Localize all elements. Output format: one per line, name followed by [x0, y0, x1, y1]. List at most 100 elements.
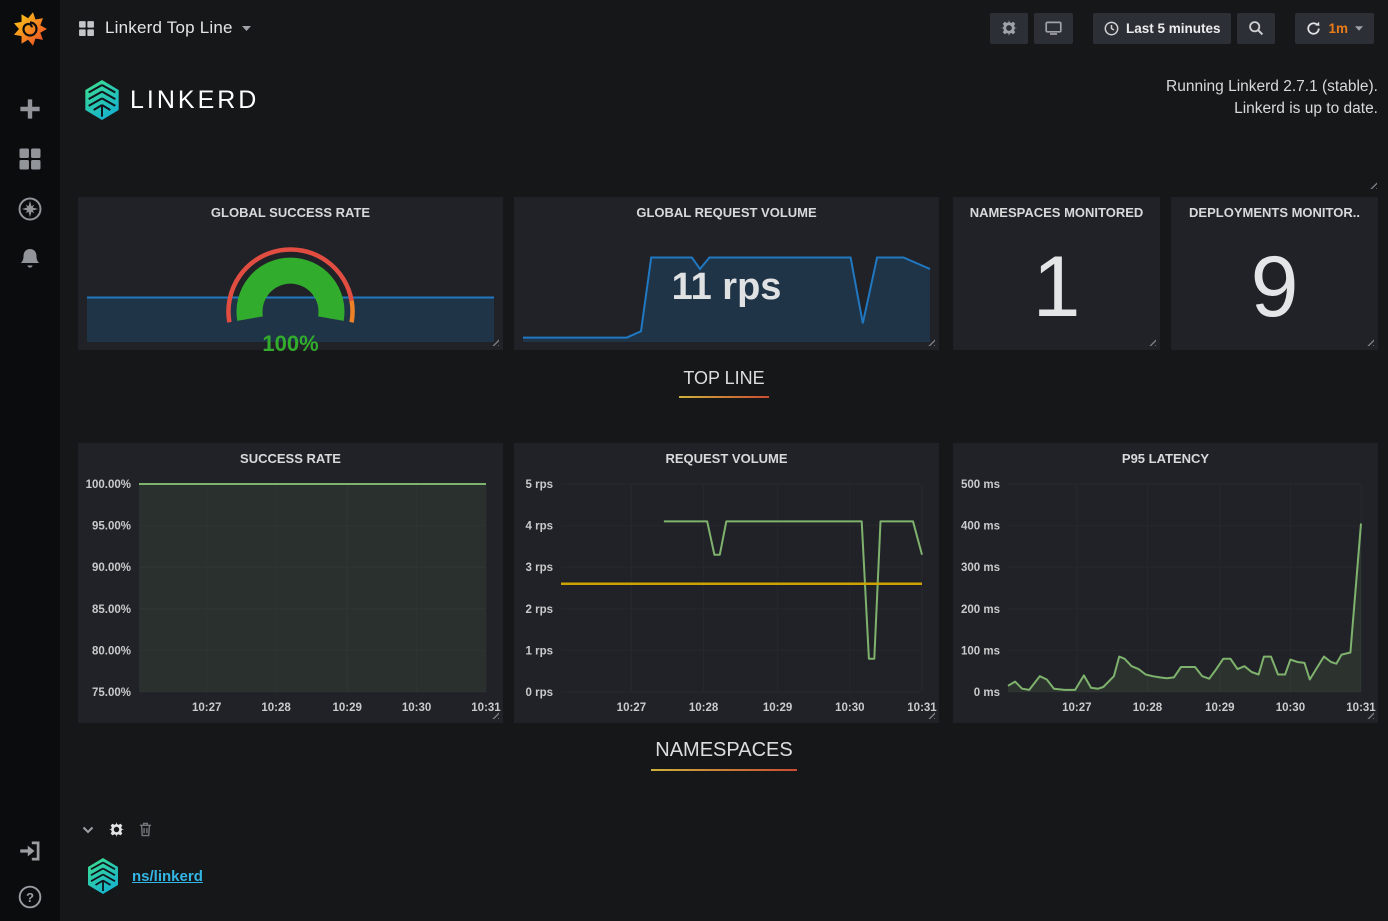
sign-in-icon: [18, 839, 42, 863]
zoom-out-button[interactable]: [1237, 13, 1275, 44]
success-rate-chart-panel: SUCCESS RATE 10:2710:2810:2910:3010:3110…: [78, 443, 503, 723]
deployments-monitored-panel: DEPLOYMENTS MONITOR.. 9: [1171, 197, 1378, 350]
status-line-2: Linkerd is up to date.: [1166, 98, 1378, 120]
svg-text:85.00%: 85.00%: [92, 604, 131, 616]
sidebar-item-help[interactable]: ?: [18, 885, 42, 909]
sidebar-item-dashboards[interactable]: [18, 147, 42, 171]
svg-text:200 ms: 200 ms: [961, 604, 1000, 616]
linkerd-logo-icon: [85, 856, 121, 896]
row-settings-button[interactable]: [109, 822, 124, 837]
svg-text:3 rps: 3 rps: [526, 562, 554, 574]
svg-text:100 ms: 100 ms: [961, 645, 1000, 657]
stat-value: 11 rps: [515, 226, 938, 349]
clock-icon: [1104, 21, 1119, 36]
sidebar-item-create[interactable]: [18, 97, 42, 121]
svg-text:400 ms: 400 ms: [961, 521, 1000, 533]
svg-text:0 ms: 0 ms: [974, 687, 1000, 699]
row-header-top-line: TOP LINE: [60, 368, 1388, 398]
svg-text:?: ?: [26, 890, 34, 905]
svg-text:10:30: 10:30: [835, 702, 864, 714]
time-range-button[interactable]: Last 5 minutes: [1093, 13, 1232, 44]
svg-text:95.00%: 95.00%: [92, 521, 131, 533]
top-navbar: Linkerd Top Line: [60, 0, 1388, 56]
sidebar-bottom-menu: ?: [18, 839, 42, 909]
panel-resize-handle[interactable]: [1368, 180, 1377, 189]
grafana-flame-icon: [11, 10, 49, 48]
row-delete-button[interactable]: [139, 822, 152, 837]
svg-text:4 rps: 4 rps: [526, 521, 554, 533]
panel-title[interactable]: SUCCESS RATE: [79, 444, 502, 472]
dashboards-grid-icon: [18, 147, 42, 171]
linkerd-status-text: Running Linkerd 2.7.1 (stable). Linkerd …: [1166, 76, 1378, 120]
linkerd-brand: LINKERD: [82, 78, 259, 122]
svg-text:10:30: 10:30: [1276, 702, 1305, 714]
dashboard-grid-icon: [78, 20, 95, 37]
svg-text:10:29: 10:29: [1205, 702, 1234, 714]
row-title[interactable]: TOP LINE: [679, 368, 768, 398]
gear-icon: [1001, 20, 1017, 36]
linkerd-logo-icon: [82, 78, 122, 122]
trash-icon: [139, 822, 152, 837]
magnifier-icon: [1248, 20, 1264, 36]
sidebar-item-signin[interactable]: [18, 839, 42, 863]
dashboard-title-button[interactable]: Linkerd Top Line: [105, 18, 251, 38]
linkerd-logo-text: LINKERD: [130, 86, 259, 115]
row-collapse-button[interactable]: [82, 826, 94, 834]
global-success-rate-panel: GLOBAL SUCCESS RATE 100%: [78, 197, 503, 350]
svg-text:10:27: 10:27: [1062, 702, 1091, 714]
row-title[interactable]: NAMESPACES: [651, 739, 796, 771]
help-icon: ?: [18, 885, 42, 909]
main-area: Linkerd Top Line: [60, 0, 1388, 921]
panel-title[interactable]: DEPLOYMENTS MONITOR..: [1172, 198, 1377, 226]
status-line-1: Running Linkerd 2.7.1 (stable).: [1166, 76, 1378, 98]
panel-title[interactable]: NAMESPACES MONITORED: [954, 198, 1159, 226]
svg-text:0 rps: 0 rps: [526, 687, 554, 699]
svg-text:2 rps: 2 rps: [526, 604, 554, 616]
svg-text:10:28: 10:28: [689, 702, 719, 714]
dashboard-title: Linkerd Top Line: [105, 18, 233, 38]
global-request-volume-panel: GLOBAL REQUEST VOLUME 11 rps: [514, 197, 939, 350]
svg-text:10:28: 10:28: [1133, 702, 1163, 714]
request-volume-chart-panel: REQUEST VOLUME 10:2710:2810:2910:3010:31…: [514, 443, 939, 723]
row-header-namespaces: NAMESPACES: [60, 739, 1388, 771]
namespace-link[interactable]: ns/linkerd: [132, 868, 203, 885]
cycle-view-button[interactable]: [1034, 13, 1073, 44]
namespace-link-row: ns/linkerd: [85, 856, 203, 896]
panel-title[interactable]: P95 LATENCY: [954, 444, 1377, 472]
dashboard-settings-button[interactable]: [990, 13, 1028, 44]
grafana-dashboard: ? Linkerd Top Line: [0, 0, 1388, 921]
svg-text:10:27: 10:27: [617, 702, 646, 714]
svg-text:500 ms: 500 ms: [961, 479, 1000, 491]
gear-icon: [109, 822, 124, 837]
explore-compass-icon: [18, 197, 42, 221]
svg-text:10:30: 10:30: [402, 702, 431, 714]
sidebar-item-explore[interactable]: [18, 197, 42, 221]
success-rate-chart: 10:2710:2810:2910:3010:31100.00%95.00%90…: [79, 474, 502, 720]
svg-text:80.00%: 80.00%: [92, 645, 131, 657]
svg-text:10:28: 10:28: [261, 702, 291, 714]
success-rate-gauge: [79, 220, 502, 348]
svg-text:5 rps: 5 rps: [526, 479, 554, 491]
chevron-down-icon: [82, 826, 94, 834]
stat-value: 1: [954, 226, 1159, 349]
chevron-down-icon: [242, 26, 251, 31]
svg-text:300 ms: 300 ms: [961, 562, 1000, 574]
svg-text:90.00%: 90.00%: [92, 562, 131, 574]
left-sidebar: ?: [0, 0, 60, 921]
grafana-logo[interactable]: [10, 9, 50, 49]
request-volume-chart: 10:2710:2810:2910:3010:315 rps4 rps3 rps…: [515, 474, 938, 720]
svg-text:100.00%: 100.00%: [86, 479, 131, 491]
chevron-down-icon: [1355, 26, 1363, 31]
time-range-label: Last 5 minutes: [1126, 21, 1221, 36]
panel-title[interactable]: REQUEST VOLUME: [515, 444, 938, 472]
gauge-value: 100%: [79, 331, 502, 357]
sidebar-main-menu: [18, 97, 42, 271]
sidebar-item-alerting[interactable]: [18, 247, 42, 271]
svg-text:10:27: 10:27: [192, 702, 221, 714]
refresh-button[interactable]: 1m: [1295, 13, 1374, 44]
p95-latency-chart-panel: P95 LATENCY 10:2710:2810:2910:3010:31500…: [953, 443, 1378, 723]
svg-text:10:29: 10:29: [332, 702, 361, 714]
plus-icon: [19, 98, 41, 120]
row-controls: [82, 822, 152, 837]
namespaces-monitored-panel: NAMESPACES MONITORED 1: [953, 197, 1160, 350]
